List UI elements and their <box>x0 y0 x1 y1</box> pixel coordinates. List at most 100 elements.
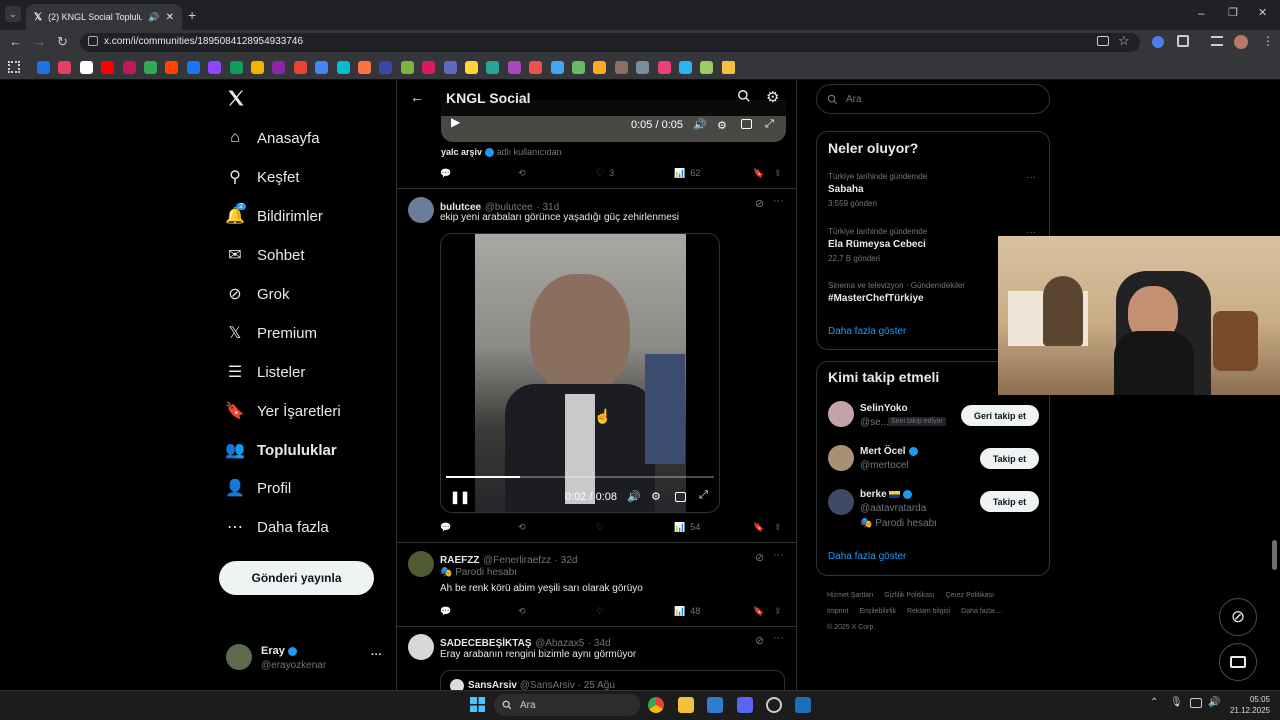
close-tab-icon[interactable]: ✕ <box>166 12 174 23</box>
bookmark-favicon-icon[interactable] <box>165 61 179 74</box>
avatar[interactable] <box>828 401 854 427</box>
bookmark-folder-icon[interactable] <box>721 61 735 74</box>
repost-icon[interactable]: ⟲ <box>518 522 526 533</box>
grok-icon[interactable]: ⊘ <box>755 551 764 564</box>
reply-icon[interactable]: 💬 <box>440 522 451 533</box>
chrome-taskbar-icon[interactable] <box>648 697 664 713</box>
browser-tab[interactable]: 𝕏 (2) KNGL Social Topluluk / X 🔊 ✕ <box>26 4 182 30</box>
bookmark-favicon-icon[interactable] <box>293 61 307 74</box>
app-icon[interactable] <box>766 697 782 713</box>
bookmark-favicon-icon[interactable] <box>122 61 136 74</box>
like-icon[interactable]: ♡ <box>596 522 604 533</box>
bookmark-star-icon[interactable]: ☆ <box>1118 33 1130 49</box>
bookmark-icon[interactable]: 🔖 <box>753 168 764 179</box>
footer-link[interactable]: Reklam bilgisi <box>907 608 950 615</box>
bookmark-favicon-icon[interactable] <box>572 61 585 74</box>
trend-item[interactable]: Türkiye tarihinde gündemde Sabaha 3.559 gö… <box>828 172 1038 208</box>
sidebar-item-yer-i-şaretleri[interactable]: 🔖 Yer İşaretleri <box>225 396 341 426</box>
bookmark-favicon-icon[interactable] <box>507 61 521 74</box>
bookmark-favicon-icon[interactable] <box>186 61 200 74</box>
bookmark-favicon-icon[interactable] <box>101 61 115 74</box>
x-logo-icon[interactable] <box>226 88 246 108</box>
chevron-up-icon[interactable]: ⌃ <box>1150 697 1158 708</box>
extension-icon[interactable] <box>1152 36 1164 48</box>
file-explorer-icon[interactable] <box>678 697 694 713</box>
grok-icon[interactable]: ⊘ <box>755 197 764 210</box>
forward-icon[interactable]: → <box>33 34 46 49</box>
network-icon[interactable] <box>1190 698 1202 708</box>
steam-icon[interactable] <box>795 697 811 713</box>
progress-track[interactable] <box>446 476 714 478</box>
sidebar-item-listeler[interactable]: ☰ Listeler <box>225 357 306 387</box>
pip-icon[interactable] <box>741 119 752 129</box>
page-scrollbar[interactable] <box>1272 540 1277 570</box>
reply-icon[interactable]: 💬 <box>440 168 451 179</box>
bookmark-favicon-icon[interactable] <box>529 61 543 74</box>
reload-icon[interactable]: ↻ <box>57 34 68 50</box>
grok-icon[interactable]: ⊘ <box>755 634 764 647</box>
post-avatar[interactable] <box>408 634 434 660</box>
window-minimize-button[interactable]: – <box>1198 6 1205 20</box>
bookmark-favicon-icon[interactable] <box>37 61 50 74</box>
who-show-more[interactable]: Daha fazla göster <box>828 551 906 562</box>
bookmark-favicon-icon[interactable] <box>58 61 72 74</box>
bookmark-favicon-icon[interactable] <box>465 61 478 74</box>
repost-icon[interactable]: ⟲ <box>518 168 526 179</box>
follow-button[interactable]: Takip et <box>980 491 1039 512</box>
quoted-post[interactable]: SansArsiv @SansArsiv · 25 Ağu <box>440 670 785 690</box>
footer-link[interactable]: Erişilebilirlik <box>859 608 896 615</box>
account-more-icon[interactable]: ··· <box>371 649 382 661</box>
bookmark-favicon-icon[interactable] <box>636 61 650 74</box>
sidebar-item-profil[interactable]: 👤 Profil <box>225 473 291 503</box>
settings-icon[interactable]: ⚙ <box>717 119 727 132</box>
grok-float-button[interactable]: ⊘ <box>1219 598 1257 636</box>
messages-float-button[interactable] <box>1219 643 1257 681</box>
views-button[interactable]: 📊 54 <box>674 522 700 533</box>
follow-back-button[interactable]: Geri takip et <box>961 405 1039 426</box>
play-icon[interactable]: ▶ <box>451 115 460 129</box>
sidebar-item-premium[interactable]: 𝕏 Premium <box>225 318 317 348</box>
post-avatar[interactable] <box>408 197 434 223</box>
bookmark-favicon-icon[interactable] <box>679 61 692 74</box>
microphone-icon[interactable]: 🎙 <box>1170 697 1183 708</box>
photos-icon[interactable] <box>707 697 723 713</box>
footer-link[interactable]: Daha fazla ... <box>961 608 1002 615</box>
back-arrow-icon[interactable]: ← <box>410 89 424 105</box>
bookmark-favicon-icon[interactable] <box>400 61 414 74</box>
bookmark-favicon-icon[interactable] <box>229 61 243 74</box>
bookmark-favicon-icon[interactable] <box>593 61 607 74</box>
post-button[interactable]: Gönderi yayınla <box>219 561 374 595</box>
reply-icon[interactable]: 💬 <box>440 606 451 617</box>
bookmark-favicon-icon[interactable] <box>379 61 393 74</box>
trend-more-icon[interactable]: ··· <box>1026 172 1036 183</box>
window-close-button[interactable]: ✕ <box>1258 6 1267 19</box>
post-more-icon[interactable]: ··· <box>773 195 784 207</box>
app-icon[interactable] <box>737 697 753 713</box>
volume-icon[interactable]: 🔊 <box>1208 697 1220 708</box>
url-bar[interactable]: x.com/i/communities/1895084128954933746 <box>80 33 1140 52</box>
clock[interactable]: 05:05 21.12.2025 <box>1226 694 1270 716</box>
back-icon[interactable]: ← <box>9 34 22 49</box>
new-tab-button[interactable]: + <box>188 7 196 23</box>
footer-link[interactable]: Çerez Politikası <box>945 592 994 599</box>
share-icon[interactable]: ⇪ <box>774 522 782 533</box>
bookmark-favicon-icon[interactable] <box>144 61 157 74</box>
bookmark-favicon-icon[interactable] <box>208 61 222 74</box>
bookmark-favicon-icon[interactable] <box>272 61 286 74</box>
pause-icon[interactable]: ❚❚ <box>450 490 470 504</box>
sidebar-item-bildirimler[interactable]: 🔔 Bildirimler 2 <box>225 201 323 231</box>
extensions-puzzle-icon[interactable] <box>1177 35 1189 47</box>
sidebar-item-grok[interactable]: ⊘ Grok <box>225 279 289 309</box>
bookmark-favicon-icon[interactable] <box>422 61 436 74</box>
trends-show-more[interactable]: Daha fazla göster <box>828 326 906 337</box>
post-more-icon[interactable]: ··· <box>773 632 784 644</box>
post-avatar[interactable] <box>408 551 434 577</box>
follow-name[interactable]: SelinYoko <box>860 403 908 414</box>
bookmark-favicon-icon[interactable] <box>251 61 264 74</box>
views-button[interactable]: 📊 48 <box>674 606 700 617</box>
bookmark-favicon-icon[interactable] <box>486 61 500 74</box>
browser-menu-icon[interactable]: ⋮ <box>1262 34 1274 48</box>
footer-link[interactable]: © 2025 X Corp. <box>827 624 875 631</box>
repost-icon[interactable]: ⟲ <box>518 606 526 617</box>
bookmark-favicon-icon[interactable] <box>614 61 628 74</box>
